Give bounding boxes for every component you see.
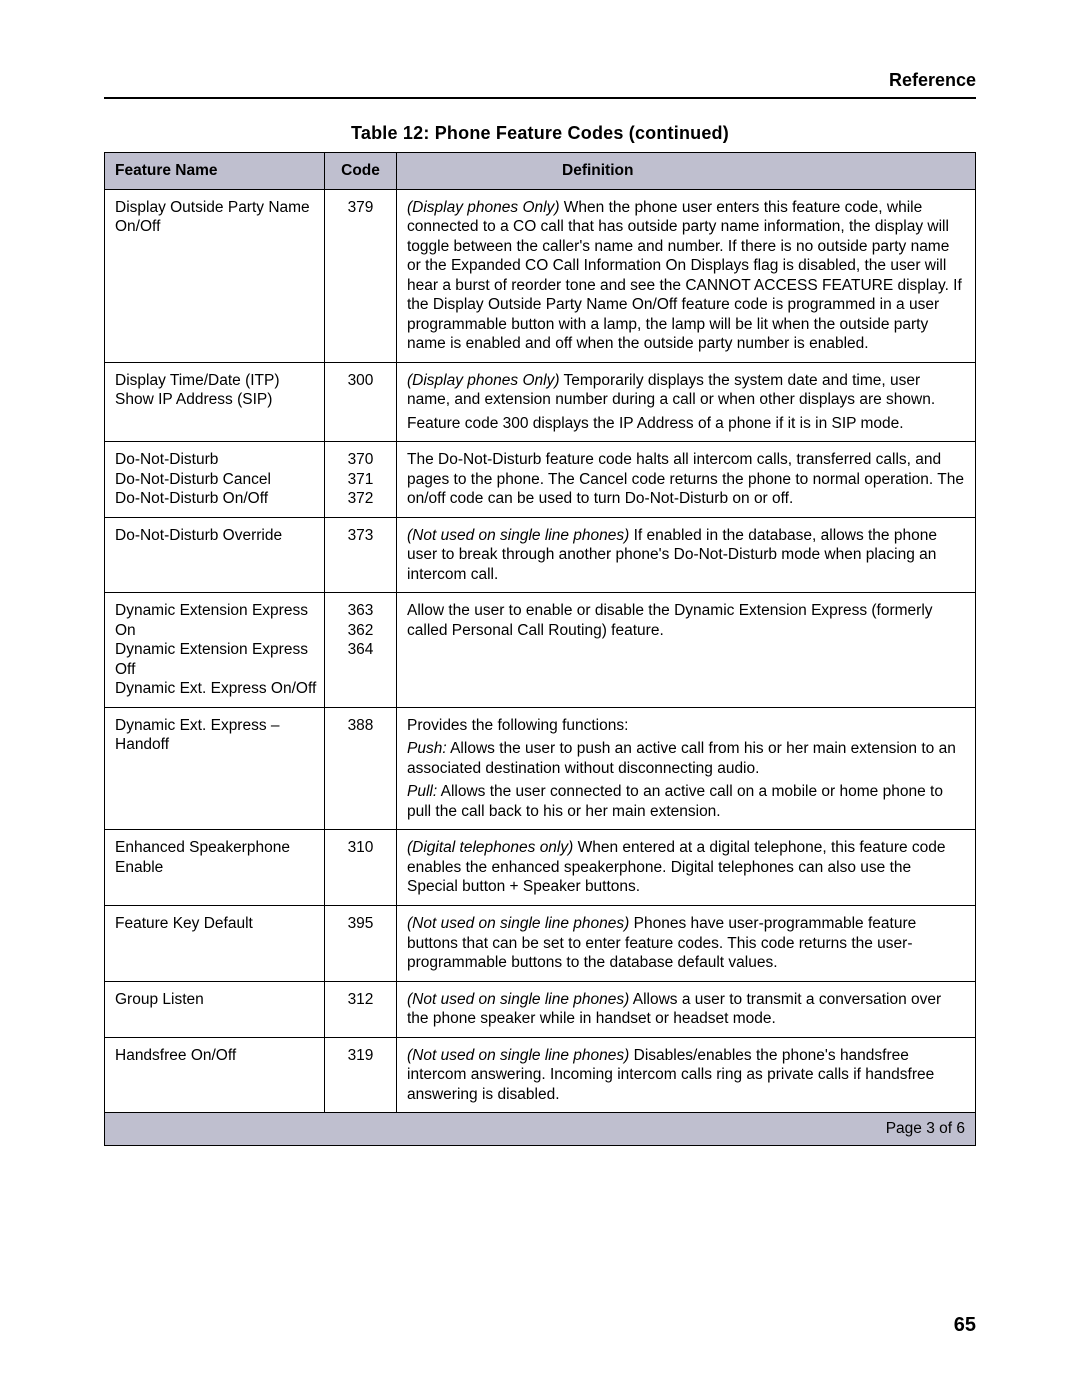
table-row: Do-Not-DisturbDo-Not-Disturb CancelDo-No… <box>105 442 976 518</box>
cell-feature-name: Group Listen <box>105 981 325 1037</box>
cell-code: 310 <box>325 830 397 906</box>
cell-code: 363362364 <box>325 593 397 708</box>
cell-code: 319 <box>325 1037 397 1113</box>
cell-code: 312 <box>325 981 397 1037</box>
table-header-row: Feature Name Code Definition <box>105 153 976 190</box>
table-row: Dynamic Extension Express OnDynamic Exte… <box>105 593 976 708</box>
cell-definition: Provides the following functions:Push: A… <box>397 707 976 830</box>
cell-feature-name: Display Time/Date (ITP)Show IP Address (… <box>105 362 325 442</box>
table-row: Dynamic Ext. Express – Handoff388Provide… <box>105 707 976 830</box>
cell-definition: The Do-Not-Disturb feature code halts al… <box>397 442 976 518</box>
cell-code: 373 <box>325 517 397 593</box>
cell-definition: (Not used on single line phones) If enab… <box>397 517 976 593</box>
table-row: Group Listen312(Not used on single line … <box>105 981 976 1037</box>
cell-code: 370371372 <box>325 442 397 518</box>
cell-feature-name: Feature Key Default <box>105 905 325 981</box>
cell-feature-name: Do-Not-DisturbDo-Not-Disturb CancelDo-No… <box>105 442 325 518</box>
cell-definition: (Display phones Only) When the phone use… <box>397 189 976 362</box>
page-header: Reference <box>104 70 976 99</box>
cell-code: 388 <box>325 707 397 830</box>
cell-definition: (Not used on single line phones) Disable… <box>397 1037 976 1113</box>
table-row: Feature Key Default395(Not used on singl… <box>105 905 976 981</box>
page-number: 65 <box>954 1314 976 1337</box>
table-row: Do-Not-Disturb Override373(Not used on s… <box>105 517 976 593</box>
cell-feature-name: Display Outside Party NameOn/Off <box>105 189 325 362</box>
cell-feature-name: Handsfree On/Off <box>105 1037 325 1113</box>
table-row: Display Outside Party NameOn/Off379(Disp… <box>105 189 976 362</box>
table-row: Handsfree On/Off319(Not used on single l… <box>105 1037 976 1113</box>
cell-feature-name: Do-Not-Disturb Override <box>105 517 325 593</box>
cell-feature-name: Dynamic Ext. Express – Handoff <box>105 707 325 830</box>
cell-definition: Allow the user to enable or disable the … <box>397 593 976 708</box>
table-row: Display Time/Date (ITP)Show IP Address (… <box>105 362 976 442</box>
cell-feature-name: Dynamic Extension Express OnDynamic Exte… <box>105 593 325 708</box>
table-pager: Page 3 of 6 <box>105 1113 976 1146</box>
cell-definition: (Digital telephones only) When entered a… <box>397 830 976 906</box>
cell-feature-name: Enhanced Speakerphone Enable <box>105 830 325 906</box>
table-pager-row: Page 3 of 6 <box>105 1113 976 1146</box>
cell-code: 395 <box>325 905 397 981</box>
cell-definition: (Display phones Only) Temporarily displa… <box>397 362 976 442</box>
cell-definition: (Not used on single line phones) Phones … <box>397 905 976 981</box>
cell-definition: (Not used on single line phones) Allows … <box>397 981 976 1037</box>
cell-code: 379 <box>325 189 397 362</box>
page: Reference Table 12: Phone Feature Codes … <box>0 0 1080 1397</box>
cell-code: 300 <box>325 362 397 442</box>
table-caption: Table 12: Phone Feature Codes (continued… <box>104 123 976 144</box>
table-row: Enhanced Speakerphone Enable310(Digital … <box>105 830 976 906</box>
col-header-definition: Definition <box>397 153 976 190</box>
col-header-name: Feature Name <box>105 153 325 190</box>
feature-codes-table: Feature Name Code Definition Display Out… <box>104 152 976 1146</box>
col-header-code: Code <box>325 153 397 190</box>
